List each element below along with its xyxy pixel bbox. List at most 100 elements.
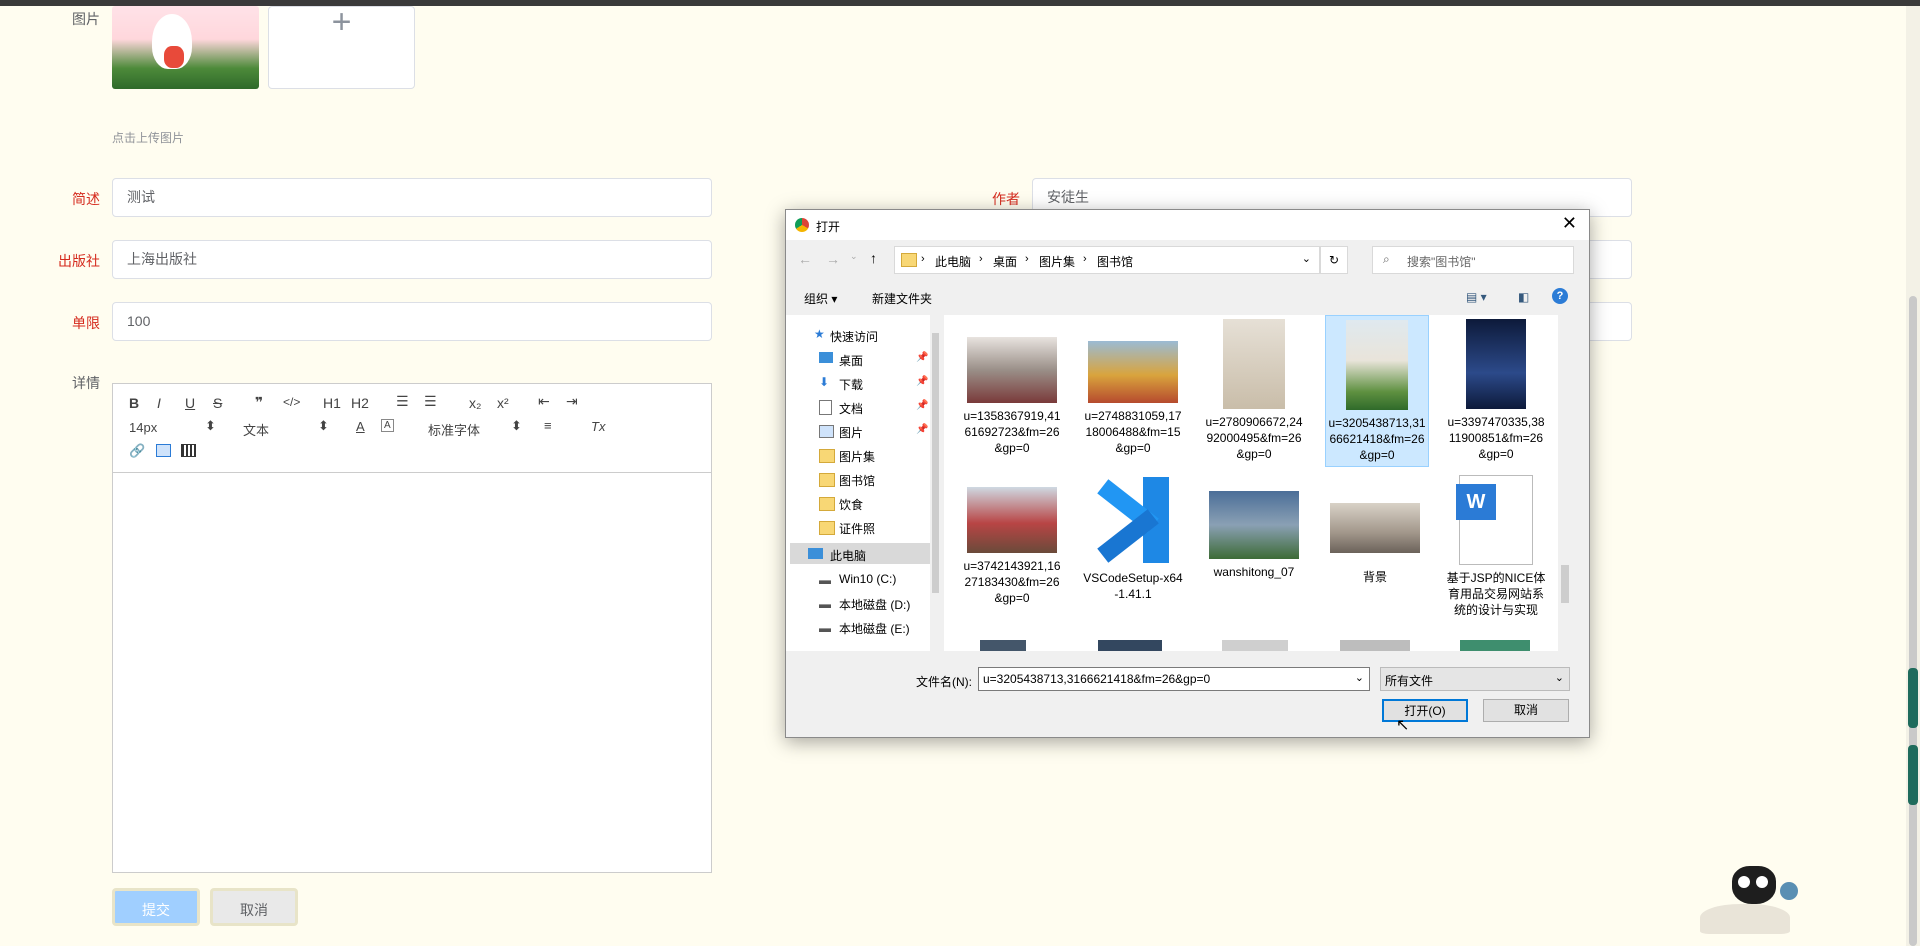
file-list: u=1358367919,4161692723&fm=26&gp=0 u=274… [944,315,1572,651]
nav-quick-access[interactable]: 快速访问 [830,328,878,345]
file-item[interactable]: u=3742143921,1627183430&fm=26&gp=0 [962,475,1062,606]
breadcrumb-item[interactable]: 图书馆 [1097,253,1133,270]
summary-input[interactable]: 测试 [112,178,712,217]
nav-item-folder[interactable]: 饮食 [839,496,863,513]
submit-button[interactable]: 提交 [112,888,200,926]
file-item[interactable]: u=2748831059,1718006488&fm=15&gp=0 [1083,319,1183,456]
back-icon[interactable]: ← [798,251,812,267]
link-icon[interactable]: 🔗 [129,443,145,459]
nav-scrollbar-thumb[interactable] [932,333,939,593]
search-input[interactable]: ⌕ 搜索"图书馆" [1372,246,1574,274]
font-color-icon[interactable]: A [356,419,365,434]
cancel-button[interactable]: 取消 [210,888,298,926]
file-item[interactable]: u=2780906672,2492000495&fm=26&gp=0 [1204,319,1304,462]
file-list-scrollbar[interactable] [1558,315,1572,651]
quote-button[interactable]: ❞ [255,394,263,411]
forward-icon[interactable]: → [826,251,840,267]
file-item[interactable]: VSCodeSetup-x64-1.41.1 [1083,475,1183,602]
bunny-shirt [164,46,184,68]
nav-item-folder[interactable]: 图片集 [839,448,875,465]
outdent-icon[interactable]: ⇤ [538,393,550,410]
nav-this-pc[interactable]: 此电脑 [830,547,866,564]
align-icon[interactable]: ≡ [544,418,552,433]
italic-button[interactable]: I [157,395,161,411]
star-icon: ★ [814,327,825,341]
open-button[interactable]: 打开(O) [1382,699,1468,722]
subscript-button[interactable]: x₂ [469,395,481,411]
breadcrumb-item[interactable]: 桌面 [993,253,1017,270]
bullet-list-icon[interactable]: ☰ [424,393,437,410]
address-bar[interactable]: › 此电脑 › 桌面 › 图片集 › 图书馆 ⌄ [894,246,1320,274]
breadcrumb-item[interactable]: 此电脑 [935,253,971,270]
file-item[interactable]: W 基于JSP的NICE体育用品交易网站系统的设计与实现 [1446,475,1546,618]
summary-label: 简述 [72,191,100,207]
mascot-widget[interactable] [1690,866,1800,936]
filetype-dropdown-icon[interactable]: ⌄ [1555,671,1564,684]
up-icon[interactable]: ↑ [870,250,877,266]
font-family-select[interactable]: 标准字体 [428,420,480,439]
side-widget-handle[interactable] [1908,745,1918,805]
filename-dropdown-icon[interactable]: ⌄ [1355,671,1364,684]
publisher-label: 出版社 [58,253,100,269]
drive-icon: ▬ [819,573,831,587]
nav-item-documents[interactable]: 文档 [839,400,863,417]
underline-button[interactable]: U [185,395,195,411]
code-button[interactable]: </> [283,395,300,409]
bold-button[interactable]: B [129,395,139,411]
editor-content-area[interactable] [113,473,711,873]
nav-drive[interactable]: 本地磁盘 (D:) [839,596,910,613]
file-item[interactable]: wanshitong_07 [1204,475,1304,580]
desktop-icon [819,352,833,363]
nav-drive[interactable]: 本地磁盘 (E:) [839,620,910,637]
filetype-select[interactable]: 所有文件 ⌄ [1380,667,1570,691]
h2-button[interactable]: H2 [351,395,369,411]
publisher-input[interactable]: 上海出版社 [112,240,712,279]
nav-item-folder[interactable]: 证件照 [839,520,875,537]
page-scrollbar[interactable] [1906,6,1920,946]
organize-menu[interactable]: 组织 ▾ [804,290,837,307]
nav-item-downloads[interactable]: 下载 [839,376,863,393]
nav-item-folder[interactable]: 图书馆 [839,472,875,489]
close-icon[interactable]: ✕ [1562,213,1577,234]
file-item-selected[interactable]: u=3205438713,3166621418&fm=26&gp=0 [1325,315,1429,467]
nav-item-pictures[interactable]: 图片 [839,424,863,441]
video-icon[interactable] [181,444,196,457]
filename-input[interactable]: u=3205438713,3166621418&fm=26&gp=0 ⌄ [978,667,1370,691]
file-list-scrollbar-thumb[interactable] [1561,565,1569,603]
uploaded-image[interactable] [112,6,259,89]
new-folder-button[interactable]: 新建文件夹 [872,290,932,307]
file-item[interactable]: u=1358367919,4161692723&fm=26&gp=0 [962,319,1062,456]
clear-format-button[interactable]: Tx [591,419,605,434]
indent-icon[interactable]: ⇥ [566,393,578,410]
file-name: u=3742143921,1627183430&fm=26&gp=0 [963,559,1061,605]
file-item[interactable]: 背景 [1325,475,1425,585]
upload-hint: 点击上传图片 [112,131,185,145]
upload-box[interactable]: + [268,5,415,89]
limit-input[interactable]: 100 [112,302,712,341]
nav-scrollbar[interactable] [930,315,941,651]
dialog-cancel-button[interactable]: 取消 [1483,699,1569,722]
background-color-icon[interactable]: A [381,419,394,432]
page-scrollbar-thumb[interactable] [1909,296,1917,946]
rich-text-editor[interactable]: B I U S ❞ </> H1 H2 ☰ ☰ x₂ x² ⇤ ⇥ 14px ⬍… [112,383,712,873]
nav-item-desktop[interactable]: 桌面 [839,352,863,369]
help-icon[interactable]: ? [1552,288,1568,304]
strike-button[interactable]: S [213,395,222,411]
filename-label: 文件名(N): [916,675,972,689]
h1-button[interactable]: H1 [323,395,341,411]
nav-drive[interactable]: Win10 (C:) [839,572,896,586]
font-size-select[interactable]: 14px [129,420,157,435]
superscript-button[interactable]: x² [497,395,509,411]
refresh-icon[interactable]: ↻ [1320,246,1348,274]
view-options-icon[interactable]: ▤ ▾ [1466,290,1487,304]
breadcrumb-item[interactable]: 图片集 [1039,253,1075,270]
text-type-select[interactable]: 文本 [243,420,269,439]
image-icon[interactable] [156,444,171,457]
cat-body-icon [1700,904,1790,934]
recent-chevron-icon[interactable]: ⌄ [850,251,858,262]
ordered-list-icon[interactable]: ☰ [396,393,409,410]
side-widget-handle[interactable] [1908,668,1918,728]
file-item[interactable]: u=3397470335,3811900851&fm=26&gp=0 [1446,319,1546,462]
preview-pane-icon[interactable]: ◧ [1518,290,1529,304]
address-dropdown-icon[interactable]: ⌄ [1302,252,1311,265]
